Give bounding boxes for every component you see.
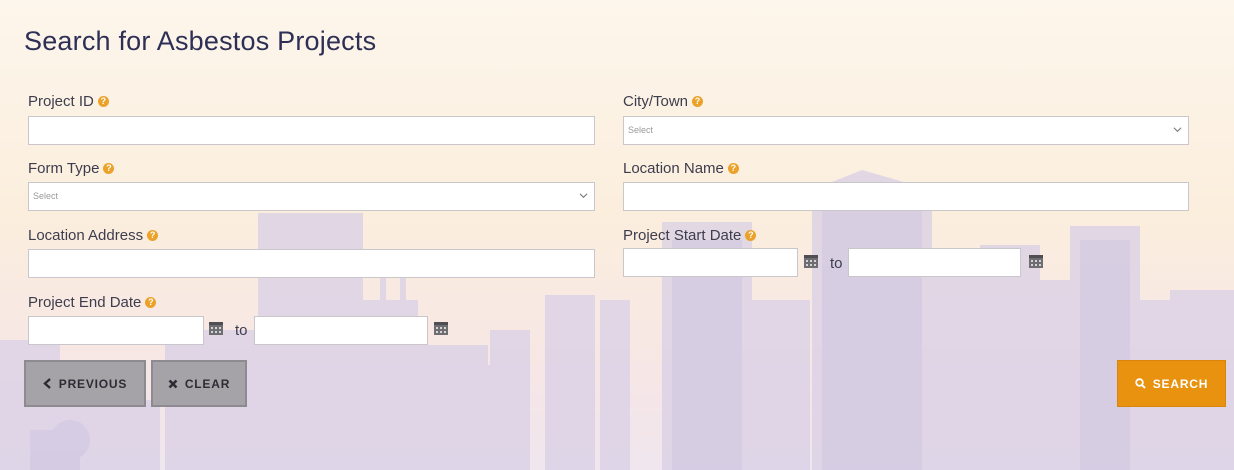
start-date-to-label: to: [830, 255, 843, 272]
city-town-select[interactable]: Select: [623, 116, 1189, 145]
calendar-icon[interactable]: [1029, 255, 1043, 268]
times-icon: [168, 379, 178, 388]
previous-button[interactable]: PREVIOUS: [24, 360, 146, 407]
form-type-label-text: Form Type: [28, 160, 100, 177]
form-type-select-value: Select: [33, 191, 59, 201]
project-end-date-from-input[interactable]: [28, 316, 204, 345]
city-town-label-text: City/Town: [623, 93, 689, 110]
project-id-label: Project ID?: [28, 93, 109, 110]
city-town-select-value: Select: [628, 125, 654, 135]
project-start-date-from-input[interactable]: [623, 248, 798, 277]
page-title: Search for Asbestos Projects: [24, 26, 377, 56]
project-id-label-text: Project ID: [28, 93, 94, 110]
help-icon[interactable]: ?: [727, 162, 739, 174]
project-end-date-to-input[interactable]: [254, 316, 428, 345]
location-address-label-text: Location Address: [28, 227, 144, 244]
help-icon[interactable]: ?: [145, 296, 157, 308]
form-type-select[interactable]: Select: [28, 182, 595, 211]
location-address-label: Location Address?: [28, 227, 159, 244]
form-type-label: Form Type?: [28, 160, 115, 177]
chevron-down-icon: [1173, 127, 1182, 133]
calendar-icon[interactable]: [209, 322, 223, 335]
calendar-icon[interactable]: [434, 322, 448, 335]
help-icon[interactable]: ?: [103, 162, 115, 174]
chevron-left-icon: [42, 378, 51, 389]
project-id-input[interactable]: [28, 116, 595, 145]
help-icon[interactable]: ?: [147, 229, 159, 241]
project-start-date-to-input[interactable]: [848, 248, 1021, 277]
help-icon[interactable]: ?: [692, 95, 704, 107]
calendar-icon[interactable]: [804, 255, 818, 268]
clear-button-label: CLEAR: [184, 376, 231, 391]
clear-button[interactable]: CLEAR: [151, 360, 247, 407]
search-page: Search for Asbestos Projects Project ID?…: [0, 0, 1234, 470]
project-end-date-label-text: Project End Date: [28, 294, 142, 311]
chevron-down-icon: [579, 193, 588, 199]
location-name-label: Location Name?: [623, 160, 739, 177]
previous-button-label: PREVIOUS: [58, 376, 128, 391]
location-address-input[interactable]: [28, 249, 595, 278]
project-end-date-label: Project End Date?: [28, 294, 157, 311]
project-start-date-label-text: Project Start Date: [623, 227, 742, 244]
help-icon[interactable]: ?: [745, 229, 757, 241]
project-start-date-label: Project Start Date?: [623, 227, 757, 244]
city-town-label: City/Town?: [623, 93, 704, 110]
search-icon: [1135, 378, 1146, 389]
location-name-label-text: Location Name: [623, 160, 724, 177]
search-button-label: SEARCH: [1152, 376, 1209, 391]
help-icon[interactable]: ?: [97, 95, 109, 107]
end-date-to-label: to: [235, 322, 248, 339]
search-button[interactable]: SEARCH: [1117, 360, 1226, 407]
location-name-input[interactable]: [623, 182, 1189, 211]
